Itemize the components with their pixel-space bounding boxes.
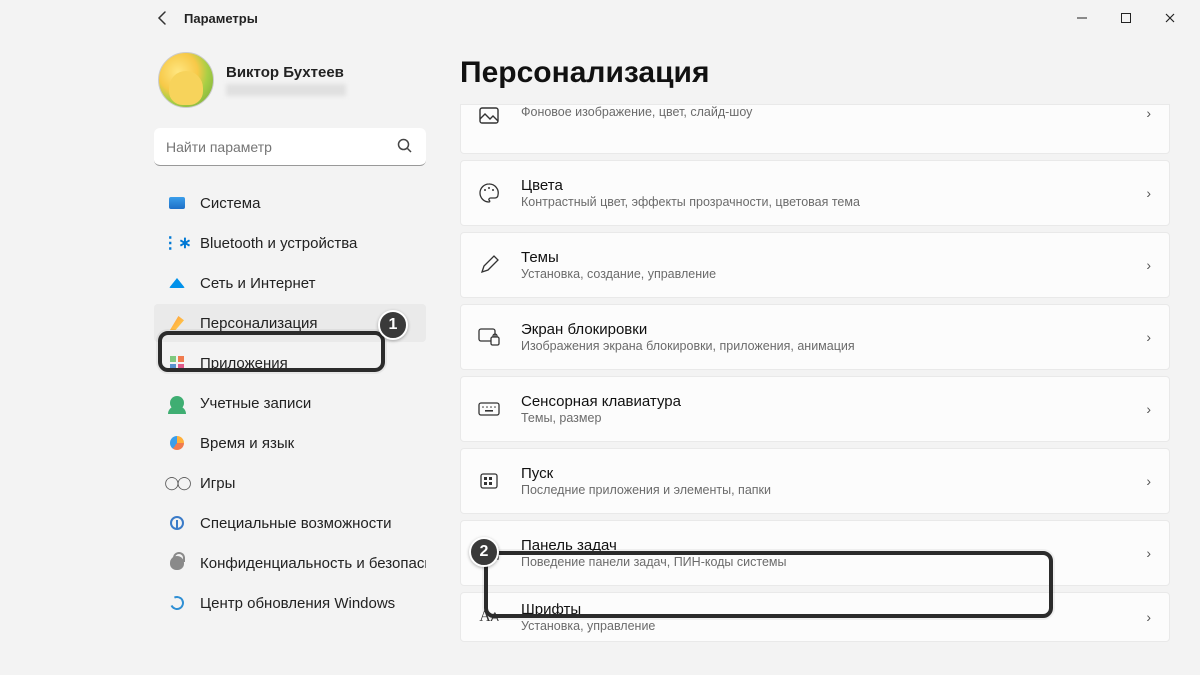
window-controls	[1060, 2, 1192, 34]
system-icon	[168, 194, 186, 212]
accessibility-icon	[168, 514, 186, 532]
nav-bluetooth[interactable]: ⋮∗ Bluetooth и устройства	[154, 224, 426, 262]
minimize-button[interactable]	[1060, 2, 1104, 34]
card-sub: Изображения экрана блокировки, приложени…	[521, 339, 1128, 353]
chevron-right-icon: ›	[1146, 609, 1151, 625]
sidebar: Виктор Бухтеев Система ⋮∗ Bluetooth и уст…	[140, 36, 440, 675]
card-sub: Фоновое изображение, цвет, слайд-шоу	[521, 105, 1128, 119]
nav-privacy[interactable]: Конфиденциальность и безопасность	[154, 544, 426, 582]
card-touch-keyboard[interactable]: Сенсорная клавиатураТемы, размер ›	[460, 376, 1170, 442]
profile-block[interactable]: Виктор Бухтеев	[154, 44, 426, 126]
nav-label: Учетные записи	[200, 395, 311, 412]
search-input[interactable]	[154, 128, 426, 166]
fonts-icon: AA	[475, 608, 503, 626]
nav-time[interactable]: Время и язык	[154, 424, 426, 462]
annotation-badge-2: 2	[469, 537, 499, 567]
card-sub: Установка, управление	[521, 619, 1128, 633]
keyboard-icon	[475, 400, 503, 418]
image-icon	[475, 105, 503, 127]
settings-window: Параметры Виктор Бухтеев С	[140, 0, 1200, 675]
app-title: Параметры	[184, 11, 258, 26]
shield-icon	[168, 554, 186, 572]
pen-icon	[475, 254, 503, 276]
search-box[interactable]	[154, 128, 426, 166]
maximize-button[interactable]	[1104, 2, 1148, 34]
nav-network[interactable]: Сеть и Интернет	[154, 264, 426, 302]
close-button[interactable]	[1148, 2, 1192, 34]
profile-email-blurred	[226, 84, 346, 96]
gamepad-icon: ◯◯	[168, 474, 186, 492]
nav-system[interactable]: Система	[154, 184, 426, 222]
nav-label: Система	[200, 195, 260, 212]
nav-label: Bluetooth и устройства	[200, 235, 357, 252]
back-button[interactable]	[148, 4, 176, 32]
brush-icon	[168, 314, 186, 332]
nav-list: Система ⋮∗ Bluetooth и устройства Сеть и …	[154, 184, 426, 622]
card-title: Шрифты	[521, 601, 1128, 618]
palette-icon	[475, 182, 503, 204]
nav-label: Время и язык	[200, 435, 294, 452]
search-icon	[396, 137, 414, 160]
annotation-badge-1: 1	[378, 310, 408, 340]
card-colors[interactable]: ЦветаКонтрастный цвет, эффекты прозрачно…	[460, 160, 1170, 226]
update-icon	[168, 594, 186, 612]
card-title: Панель задач	[521, 537, 1128, 554]
nav-label: Игры	[200, 475, 235, 492]
nav-accessibility[interactable]: Специальные возможности	[154, 504, 426, 542]
card-sub: Последние приложения и элементы, папки	[521, 483, 1128, 497]
nav-label: Специальные возможности	[200, 515, 392, 532]
card-title: Темы	[521, 249, 1128, 266]
nav-label: Центр обновления Windows	[200, 595, 395, 612]
nav-update[interactable]: Центр обновления Windows	[154, 584, 426, 622]
card-title: Экран блокировки	[521, 321, 1128, 338]
chevron-right-icon: ›	[1146, 257, 1151, 273]
nav-gaming[interactable]: ◯◯ Игры	[154, 464, 426, 502]
start-icon	[475, 470, 503, 492]
card-themes[interactable]: ТемыУстановка, создание, управление ›	[460, 232, 1170, 298]
nav-label: Персонализация	[200, 315, 318, 332]
card-title: Цвета	[521, 177, 1128, 194]
chevron-right-icon: ›	[1146, 105, 1151, 121]
bluetooth-icon: ⋮∗	[168, 234, 186, 252]
chevron-right-icon: ›	[1146, 545, 1151, 561]
card-lockscreen[interactable]: Экран блокировкиИзображения экрана блоки…	[460, 304, 1170, 370]
chevron-right-icon: ›	[1146, 185, 1151, 201]
wifi-icon	[168, 274, 186, 292]
nav-label: Конфиденциальность и безопасность	[200, 555, 426, 572]
card-start[interactable]: ПускПоследние приложения и элементы, пап…	[460, 448, 1170, 514]
main-panel: Персонализация Фоновое изображение, цвет…	[440, 36, 1200, 675]
card-title: Сенсорная клавиатура	[521, 393, 1128, 410]
nav-apps[interactable]: Приложения	[154, 344, 426, 382]
card-title: Пуск	[521, 465, 1128, 482]
avatar	[158, 52, 214, 108]
card-sub: Темы, размер	[521, 411, 1128, 425]
card-background[interactable]: Фоновое изображение, цвет, слайд-шоу ›	[460, 104, 1170, 154]
chevron-right-icon: ›	[1146, 473, 1151, 489]
clock-icon	[168, 434, 186, 452]
card-taskbar[interactable]: Панель задачПоведение панели задач, ПИН-…	[460, 520, 1170, 586]
profile-name: Виктор Бухтеев	[226, 64, 346, 81]
person-icon	[168, 394, 186, 412]
chevron-right-icon: ›	[1146, 329, 1151, 345]
chevron-right-icon: ›	[1146, 401, 1151, 417]
card-sub: Поведение панели задач, ПИН-коды системы	[521, 555, 1128, 569]
lock-screen-icon	[475, 326, 503, 348]
nav-label: Сеть и Интернет	[200, 275, 316, 292]
title-bar: Параметры	[140, 0, 1200, 36]
card-fonts[interactable]: AA ШрифтыУстановка, управление ›	[460, 592, 1170, 642]
page-title: Персонализация	[460, 56, 1170, 90]
nav-accounts[interactable]: Учетные записи	[154, 384, 426, 422]
card-sub: Контрастный цвет, эффекты прозрачности, …	[521, 195, 1128, 209]
nav-label: Приложения	[200, 355, 288, 372]
card-sub: Установка, создание, управление	[521, 267, 1128, 281]
apps-icon	[168, 354, 186, 372]
settings-cards: Фоновое изображение, цвет, слайд-шоу › Ц…	[460, 104, 1170, 642]
